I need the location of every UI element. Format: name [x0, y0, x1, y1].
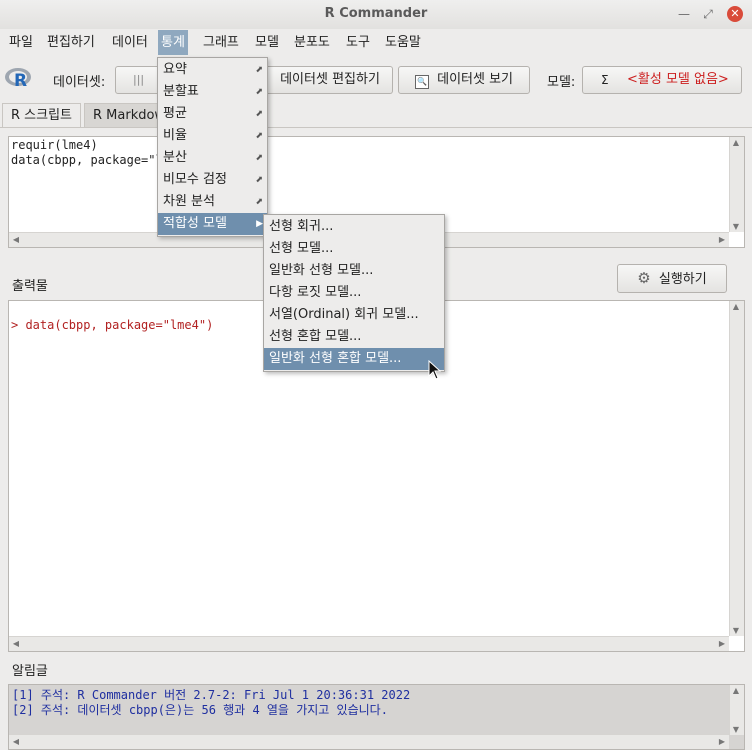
messages-label: 알림글: [12, 664, 48, 679]
menu-item-summaries[interactable]: 요약 ⬈: [158, 59, 267, 81]
script-vertical-scrollbar[interactable]: ▲ ▼: [729, 137, 744, 232]
menu-item-means[interactable]: 평균 ⬈: [158, 103, 267, 125]
menu-item-proportions[interactable]: 비율 ⬈: [158, 125, 267, 147]
menu-statistics[interactable]: 통계: [158, 30, 188, 55]
view-dataset-icon: 🔍: [414, 75, 429, 89]
view-dataset-button[interactable]: 🔍 데이터셋 보기: [398, 66, 530, 94]
minimize-icon[interactable]: —: [676, 6, 692, 22]
menu-item-variances[interactable]: 분산 ⬈: [158, 147, 267, 169]
menu-item-label: 요약: [163, 62, 187, 77]
menu-item-ordinal-regression-model[interactable]: 서열(Ordinal) 회귀 모델...: [264, 304, 444, 326]
menu-item-label: 차원 분석: [163, 194, 215, 209]
model-label: 모델:: [547, 75, 576, 90]
messages-area[interactable]: [1] 주석: R Commander 버전 2.7-2: Fri Jul 1 …: [8, 684, 745, 750]
close-icon[interactable]: ✕: [727, 6, 743, 22]
view-dataset-label: 데이터셋 보기: [437, 72, 514, 87]
dataset-selector-icon: |||: [133, 73, 145, 86]
submenu-arrow-icon: ▶: [256, 219, 263, 229]
menu-item-label: 비모수 검정: [163, 172, 227, 187]
menu-file[interactable]: 파일: [6, 33, 36, 53]
menu-item-dimensional-analysis[interactable]: 차원 분석 ⬈: [158, 191, 267, 213]
script-tabs: R 스크립트 R Markdown: [0, 103, 752, 128]
submenu-arrow-icon: ⬈: [255, 153, 263, 163]
dataset-label: 데이터셋:: [53, 75, 106, 90]
submenu-arrow-icon: ⬈: [255, 109, 263, 119]
r-logo-icon: R: [4, 66, 34, 91]
window-title: R Commander: [324, 6, 428, 21]
menu-item-label: 분할표: [163, 84, 199, 99]
menu-data[interactable]: 데이터: [109, 33, 151, 53]
dataset-selector[interactable]: |||: [115, 66, 161, 94]
submenu-arrow-icon: ⬈: [255, 197, 263, 207]
menu-edit[interactable]: 편집하기: [44, 33, 98, 53]
messages-horizontal-scrollbar[interactable]: ◀ ▶: [9, 734, 729, 749]
menu-item-linear-model[interactable]: 선형 모델...: [264, 238, 444, 260]
menu-item-multinomial-logit-model[interactable]: 다항 로짓 모델...: [264, 282, 444, 304]
svg-text:R: R: [14, 71, 27, 90]
edit-dataset-label: 데이터셋 편집하기: [280, 72, 380, 87]
menu-item-label: 적합성 모델: [163, 216, 227, 231]
menu-item-linear-regression[interactable]: 선형 회귀...: [264, 216, 444, 238]
message-line: [1] 주석: R Commander 버전 2.7-2: Fri Jul 1 …: [12, 688, 411, 702]
gear-icon: ⚙: [637, 269, 651, 287]
menu-graphs[interactable]: 그래프: [200, 33, 242, 53]
menu-bar: 파일 편집하기 데이터 통계 그래프 모델 분포도 도구 도움말: [0, 29, 752, 55]
restore-icon[interactable]: ⤢: [700, 6, 716, 22]
menu-help[interactable]: 도움말: [382, 33, 424, 53]
menu-item-nonparametric-tests[interactable]: 비모수 검정 ⬈: [158, 169, 267, 191]
menu-item-generalized-linear-model[interactable]: 일반화 선형 모델...: [264, 260, 444, 282]
statistics-menu: 요약 ⬈ 분할표 ⬈ 평균 ⬈ 비율 ⬈ 분산 ⬈ 비모수 검정 ⬈ 차원 분석 ⬈ 적합성 …: [157, 57, 268, 237]
tab-r-script[interactable]: R 스크립트: [2, 103, 82, 128]
edit-dataset-button[interactable]: 데이터셋 편집하기: [258, 66, 393, 94]
output-horizontal-scrollbar[interactable]: ◀ ▶: [9, 636, 729, 651]
title-bar: R Commander — ⤢ ✕: [0, 0, 752, 30]
menu-item-fit-models[interactable]: 적합성 모델 ▶: [158, 213, 267, 235]
menu-item-label: 평균: [163, 106, 187, 121]
output-label: 출력물: [12, 279, 48, 294]
menu-distributions[interactable]: 분포도: [291, 33, 333, 53]
run-button-label: 실행하기: [658, 272, 707, 287]
message-line: [2] 주석: 데이터셋 cbpp(은)는 56 행과 4 열을 가지고 있습니…: [12, 703, 388, 717]
submenu-arrow-icon: ⬈: [255, 131, 263, 141]
output-vertical-scrollbar[interactable]: ▲ ▼: [729, 301, 744, 636]
output-line: > data(cbpp, package="lme4"): [11, 318, 214, 332]
menu-item-contingency-tables[interactable]: 분할표 ⬈: [158, 81, 267, 103]
toolbar: R 데이터셋: ||| 데이터셋 편집하기 🔍 데이터셋 보기 모델: Σ <활…: [0, 56, 752, 100]
submenu-arrow-icon: ⬈: [255, 65, 263, 75]
messages-vertical-scrollbar[interactable]: ▲ ▼: [729, 685, 744, 735]
submenu-arrow-icon: ⬈: [255, 87, 263, 97]
model-sigma-icon: Σ: [601, 73, 609, 87]
model-value: <활성 모델 없음>: [627, 72, 729, 87]
menu-item-label: 비율: [163, 128, 187, 143]
menu-models[interactable]: 모델: [252, 33, 282, 53]
model-selector[interactable]: Σ <활성 모델 없음>: [582, 66, 742, 94]
run-button[interactable]: ⚙ 실행하기: [617, 264, 727, 293]
fit-models-submenu: 선형 회귀... 선형 모델... 일반화 선형 모델... 다항 로짓 모델.…: [263, 214, 445, 372]
menu-item-generalized-linear-mixed-model[interactable]: 일반화 선형 혼합 모델...: [264, 348, 444, 370]
submenu-arrow-icon: ⬈: [255, 175, 263, 185]
menu-item-label: 분산: [163, 150, 187, 165]
menu-item-linear-mixed-model[interactable]: 선형 혼합 모델...: [264, 326, 444, 348]
mouse-cursor-icon: [428, 359, 442, 380]
menu-tools[interactable]: 도구: [343, 33, 373, 53]
